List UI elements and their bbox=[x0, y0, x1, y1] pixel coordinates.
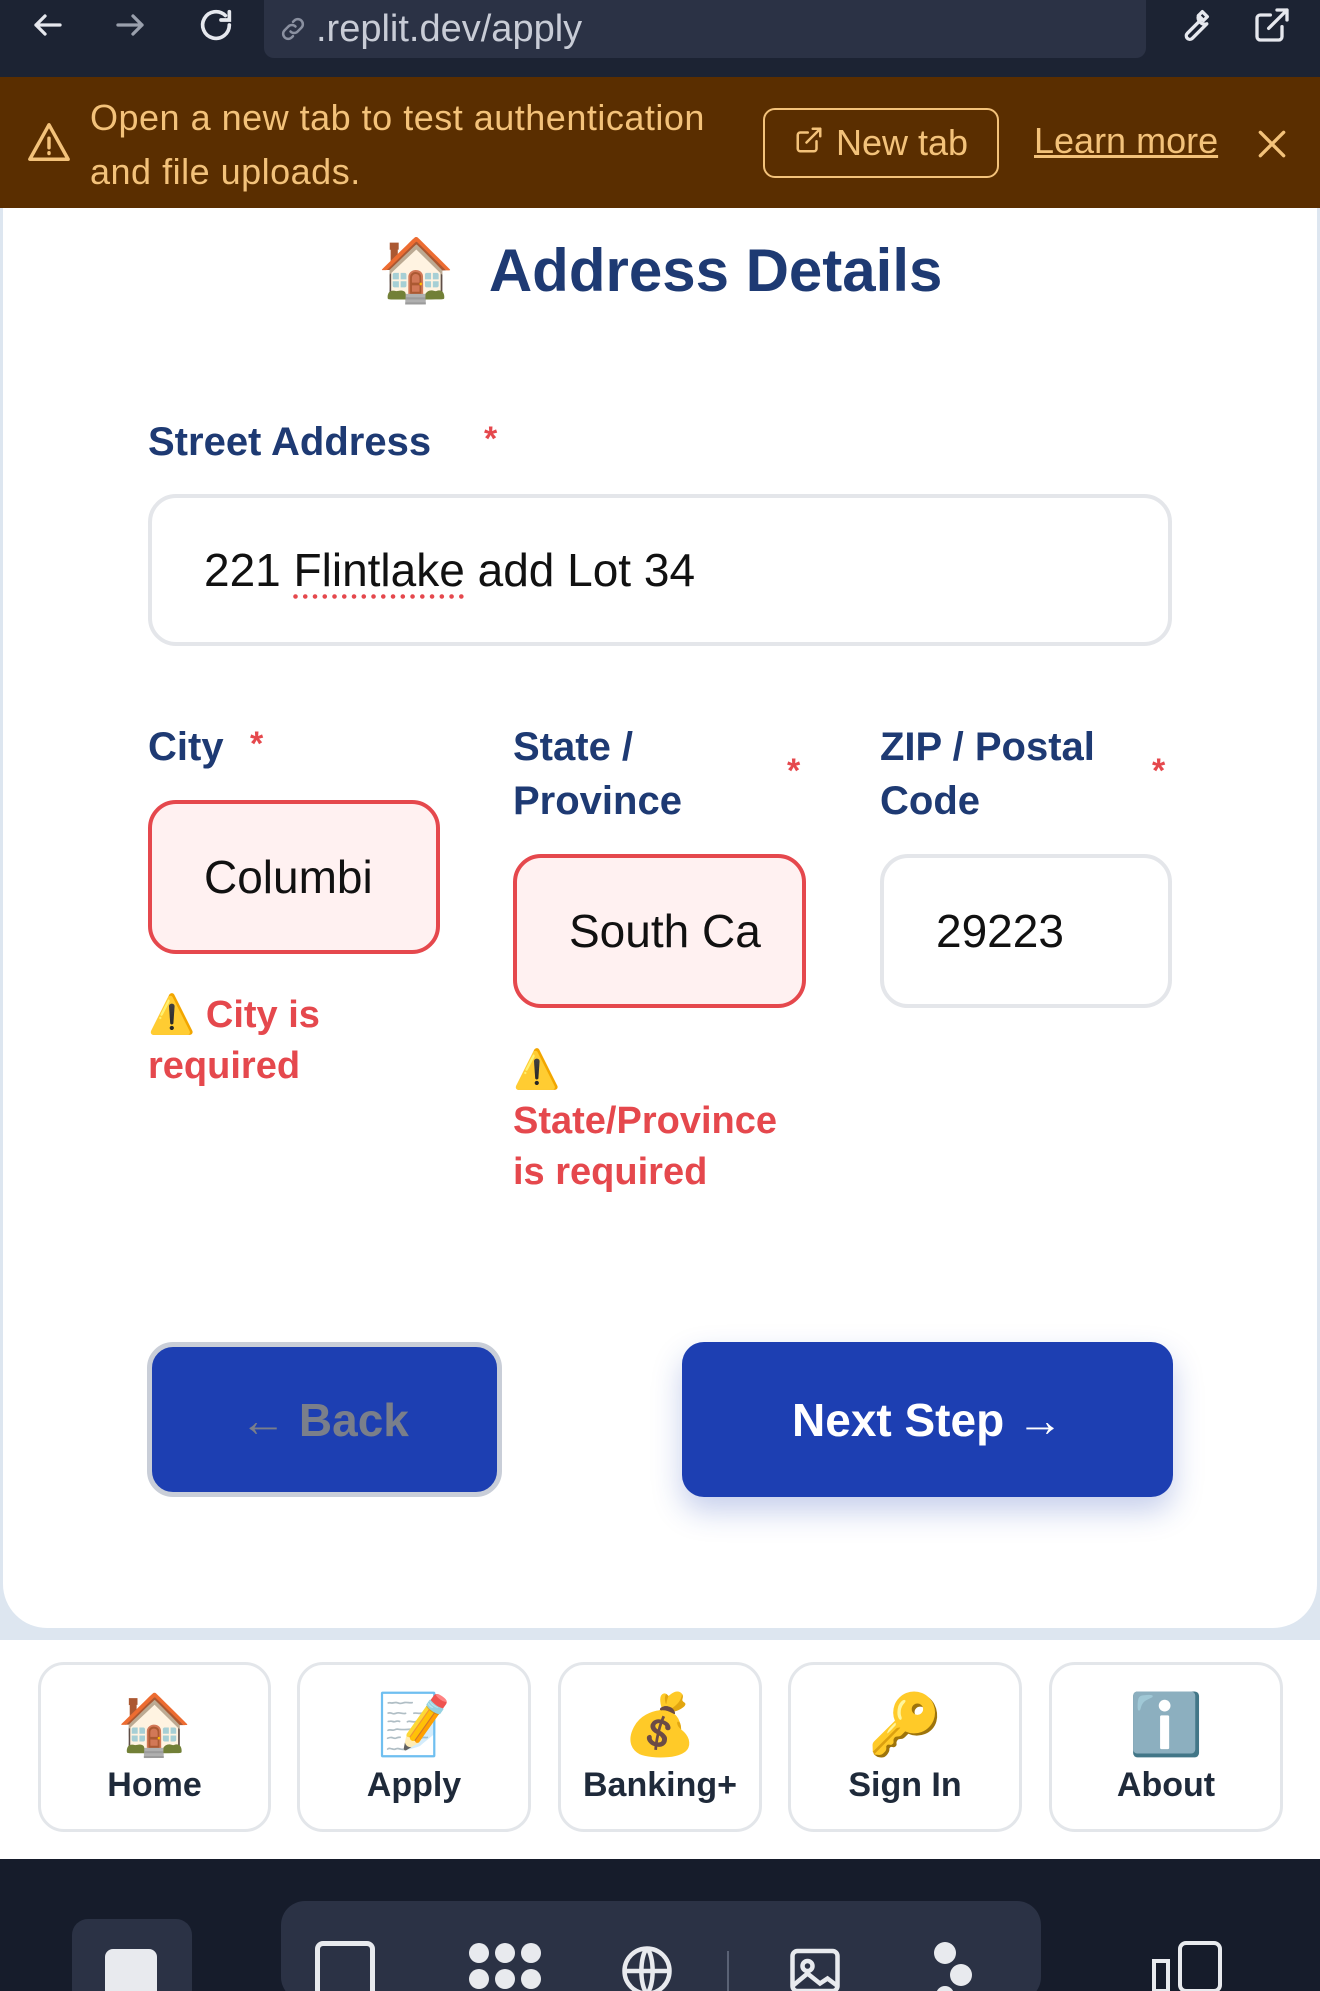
warning-icon: ⚠️ bbox=[513, 1049, 561, 1091]
open-external-icon[interactable] bbox=[1242, 0, 1302, 50]
zip-value: 29223 bbox=[936, 905, 1064, 957]
zip-input[interactable]: 29223 bbox=[880, 854, 1172, 1008]
back-arrow-icon[interactable] bbox=[18, 0, 78, 50]
state-label-line1: State / bbox=[513, 725, 634, 769]
nav-label: Home bbox=[107, 1765, 202, 1804]
street-value-part3: add Lot 34 bbox=[477, 544, 696, 596]
nav-label: Banking+ bbox=[583, 1765, 737, 1804]
tool-dock bbox=[281, 1901, 1041, 1991]
city-value: Columbi bbox=[204, 851, 373, 903]
devtools-wrench-icon[interactable] bbox=[1164, 0, 1224, 50]
system-tray bbox=[0, 1859, 1320, 1991]
info-icon: ℹ️ bbox=[1128, 1690, 1204, 1758]
reload-icon[interactable] bbox=[186, 0, 246, 50]
state-input[interactable]: South Ca bbox=[513, 854, 806, 1008]
required-marker: * bbox=[1152, 752, 1166, 790]
nav-label: Sign In bbox=[848, 1765, 962, 1804]
nav-label: Apply bbox=[366, 1765, 462, 1804]
grid-dots-icon[interactable] bbox=[467, 1941, 543, 1991]
globe-icon[interactable] bbox=[617, 1941, 677, 1991]
nav-about[interactable]: ℹ️ About bbox=[1049, 1662, 1283, 1832]
state-label-line2: Province bbox=[513, 779, 682, 823]
window-icon[interactable] bbox=[315, 1941, 375, 1991]
street-address-label: Street Address bbox=[148, 420, 432, 464]
new-tab-label: New tab bbox=[835, 122, 969, 163]
banner-message-line1: Open a new tab to test authentication bbox=[90, 97, 705, 138]
close-icon[interactable] bbox=[1252, 124, 1292, 164]
branch-icon[interactable] bbox=[931, 1939, 981, 1991]
url-text: .replit.dev/apply bbox=[316, 7, 583, 50]
street-value-part1: 221 bbox=[204, 544, 281, 596]
nav-home[interactable]: 🏠 Home bbox=[38, 1662, 271, 1832]
address-bar[interactable]: .replit.dev/apply bbox=[264, 0, 1146, 58]
state-error-text: State/Province is required bbox=[513, 1100, 777, 1193]
banner-message-line2: and file uploads. bbox=[90, 151, 361, 192]
learn-more-link[interactable]: Learn more bbox=[1034, 120, 1218, 162]
nav-sign-in[interactable]: 🔑 Sign In bbox=[788, 1662, 1022, 1832]
new-tab-button[interactable]: New tab bbox=[763, 108, 999, 178]
memo-icon: 📝 bbox=[376, 1690, 452, 1758]
browser-toolbar: .replit.dev/apply bbox=[0, 0, 1320, 77]
required-marker: * bbox=[250, 725, 264, 763]
split-view-icon[interactable] bbox=[1150, 1939, 1226, 1991]
image-icon[interactable] bbox=[785, 1941, 845, 1991]
money-bag-icon: 💰 bbox=[622, 1690, 698, 1758]
next-step-button[interactable]: Next Step → bbox=[682, 1342, 1173, 1497]
key-icon: 🔑 bbox=[867, 1690, 943, 1758]
warning-icon: ⚠️ bbox=[148, 994, 196, 1036]
bottom-navigation: 🏠 Home 📝 Apply 💰 Banking+ 🔑 Sign In ℹ️ A… bbox=[0, 1640, 1320, 1859]
house-icon: 🏠 bbox=[117, 1690, 192, 1758]
stop-button[interactable] bbox=[72, 1919, 192, 1991]
stop-icon bbox=[105, 1949, 157, 1991]
forward-arrow-icon[interactable] bbox=[100, 0, 160, 50]
street-value-part2: Flintlake bbox=[293, 544, 465, 596]
nav-label: About bbox=[1116, 1765, 1216, 1804]
city-label: City bbox=[148, 725, 224, 769]
state-value: South Ca bbox=[569, 905, 761, 957]
back-button[interactable]: ← Back bbox=[147, 1342, 502, 1497]
street-address-input[interactable]: 221 Flintlake add Lot 34 bbox=[148, 494, 1172, 646]
nav-banking[interactable]: 💰 Banking+ bbox=[558, 1662, 762, 1832]
warning-banner: Open a new tab to test authentication an… bbox=[0, 77, 1320, 208]
city-input[interactable]: Columbi bbox=[148, 800, 440, 954]
nav-apply[interactable]: 📝 Apply bbox=[297, 1662, 531, 1832]
city-error: ⚠️ City is required bbox=[148, 990, 378, 1092]
divider bbox=[727, 1951, 729, 1991]
page-title-text: Address Details bbox=[488, 237, 943, 304]
zip-label: ZIP / Postal Code bbox=[880, 720, 1095, 828]
zip-label-line2: Code bbox=[880, 779, 980, 823]
link-icon bbox=[278, 14, 308, 44]
external-link-icon bbox=[794, 122, 824, 164]
required-marker: * bbox=[484, 420, 498, 458]
warning-triangle-icon bbox=[26, 119, 72, 170]
zip-label-line1: ZIP / Postal bbox=[880, 725, 1095, 769]
page-title: 🏠 Address Details bbox=[0, 236, 1320, 305]
state-error: ⚠️ State/Province is required bbox=[513, 1045, 803, 1198]
state-label: State / Province bbox=[513, 720, 682, 828]
house-icon: 🏠 bbox=[377, 235, 455, 305]
banner-message: Open a new tab to test authentication an… bbox=[90, 91, 730, 199]
required-marker: * bbox=[787, 752, 801, 790]
